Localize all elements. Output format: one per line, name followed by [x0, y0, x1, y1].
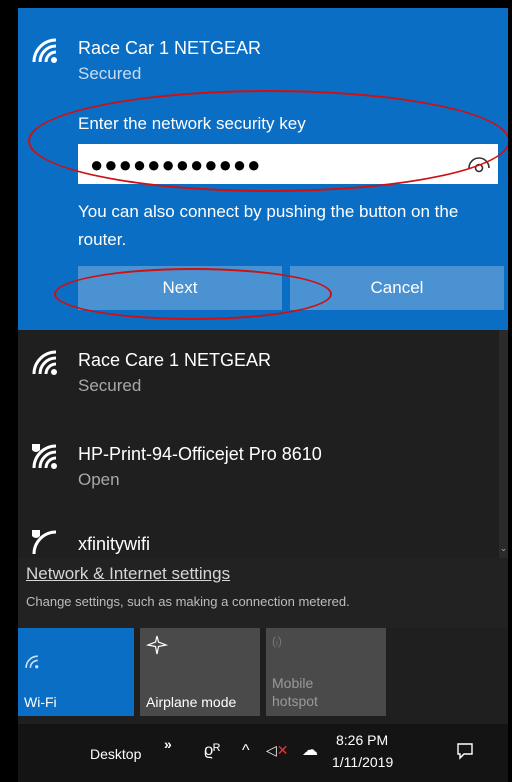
network-flyout: Race Car 1 NETGEAR Secured Enter the net…	[18, 8, 508, 782]
network-name: Race Car 1 NETGEAR	[78, 38, 262, 58]
reveal-password-icon[interactable]	[466, 154, 492, 176]
onedrive-cloud-icon[interactable]: ☁	[302, 740, 318, 760]
settings-description: Change settings, such as making a connec…	[26, 594, 350, 609]
network-list-scrollbar[interactable]: ⌄	[499, 330, 508, 558]
selected-network: Race Car 1 NETGEAR Secured Enter the net…	[18, 8, 508, 330]
wifi-toggle-tile[interactable]: Wi-Fi	[18, 628, 134, 716]
cancel-button-label: Cancel	[370, 278, 424, 297]
security-key-value: ●●●●●●●●●●●●	[90, 152, 262, 177]
wifi-tile-label: Wi-Fi	[24, 694, 57, 710]
wifi-signal-icon	[32, 350, 57, 375]
desktop-toolbar-label[interactable]: Desktop	[90, 746, 141, 762]
hotspot-tile-label: Mobile hotspot	[272, 675, 318, 709]
network-item-name[interactable]: HP-Print-94-Officejet Pro 8610	[78, 444, 322, 465]
airplane-tile-label: Airplane mode	[146, 694, 237, 710]
network-item-status: Open	[78, 470, 120, 489]
clock-date[interactable]: 1/11/2019	[332, 754, 393, 770]
network-settings-link[interactable]: Network & Internet settings	[26, 564, 230, 584]
airplane-icon	[146, 635, 168, 655]
open-wifi-shield-icon	[32, 530, 57, 555]
scroll-down-icon[interactable]: ⌄	[499, 543, 508, 554]
hotspot-icon: (ᵢ)	[272, 634, 282, 648]
network-item-status: Secured	[78, 376, 142, 395]
taskbar: Desktop » ϱᴿ ^ ◁✕ ☁ 8:26 PM 1/11/2019	[18, 724, 508, 782]
action-center-icon[interactable]	[456, 742, 474, 760]
airplane-mode-tile[interactable]: Airplane mode	[140, 628, 260, 716]
clock-time[interactable]: 8:26 PM	[336, 732, 388, 748]
network-item-name[interactable]: xfinitywifi	[78, 534, 150, 556]
people-icon[interactable]: ϱᴿ	[204, 742, 220, 760]
next-button-label: Next	[162, 278, 198, 297]
network-status: Secured	[78, 64, 142, 83]
security-key-label: Enter the network security key	[78, 114, 306, 133]
wifi-signal-icon	[32, 38, 57, 63]
network-item-name[interactable]: Race Care 1 NETGEAR	[78, 350, 271, 371]
push-button-message: You can also connect by pushing the butt…	[78, 202, 459, 249]
mobile-hotspot-tile[interactable]: (ᵢ) Mobile hotspot	[266, 628, 386, 716]
next-button[interactable]: Next	[78, 266, 282, 310]
open-wifi-shield-icon	[32, 444, 57, 469]
show-hidden-icons-icon[interactable]: ^	[242, 742, 250, 760]
volume-muted-icon[interactable]: ◁✕	[266, 742, 289, 759]
settings-section: Network & Internet settings Change setti…	[18, 558, 508, 628]
wifi-icon	[25, 655, 39, 669]
security-key-input[interactable]: ●●●●●●●●●●●●	[78, 144, 498, 184]
cancel-button[interactable]: Cancel	[290, 266, 504, 310]
toolbar-overflow-icon[interactable]: »	[164, 736, 172, 752]
